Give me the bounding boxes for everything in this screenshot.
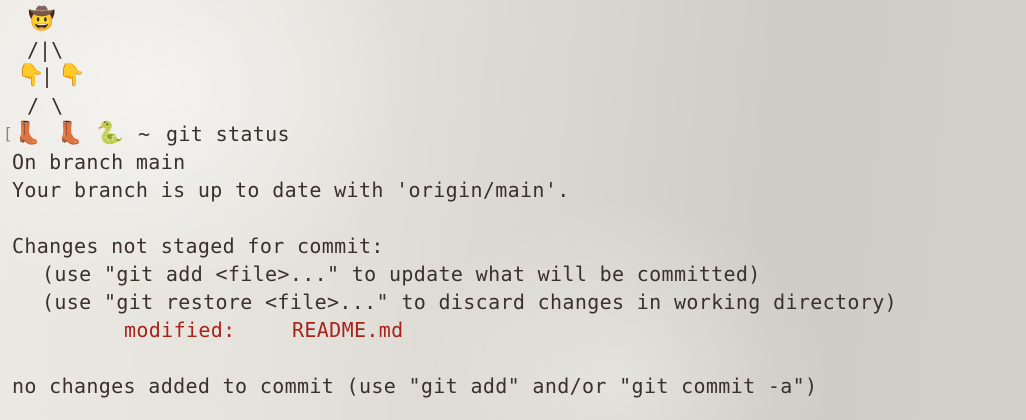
pointing-down-right-icon: 👇 bbox=[58, 63, 86, 88]
output-no-changes: no changes added to commit (use "git add… bbox=[12, 374, 818, 398]
prompt-bracket: [ bbox=[3, 124, 13, 143]
modified-file: README.md bbox=[292, 318, 404, 342]
terminal-window[interactable]: 🤠 /|\ 👇 | 👇 / \ [ 👢 👢 🐍 ~ git status On … bbox=[0, 0, 1026, 420]
modified-label: modified: bbox=[124, 318, 236, 342]
art-legs: / \ bbox=[27, 94, 64, 118]
output-hint-restore: (use "git restore <file>..." to discard … bbox=[42, 290, 897, 314]
snake-icon: 🐍 bbox=[96, 121, 124, 146]
art-torso: | bbox=[41, 64, 54, 88]
command-text: git status bbox=[166, 122, 290, 146]
boot-right-icon: 👢 bbox=[56, 121, 84, 146]
output-hint-add: (use "git add <file>..." to update what … bbox=[42, 262, 761, 286]
output-changes-header: Changes not staged for commit: bbox=[12, 234, 384, 258]
output-up-to-date: Your branch is up to date with 'origin/m… bbox=[12, 178, 570, 202]
cowboy-face-icon: 🤠 bbox=[28, 7, 56, 32]
output-branch: On branch main bbox=[12, 150, 186, 174]
boot-left-icon: 👢 bbox=[14, 121, 42, 146]
prompt-symbol: ~ bbox=[138, 122, 151, 146]
art-arms: /|\ bbox=[27, 38, 64, 62]
